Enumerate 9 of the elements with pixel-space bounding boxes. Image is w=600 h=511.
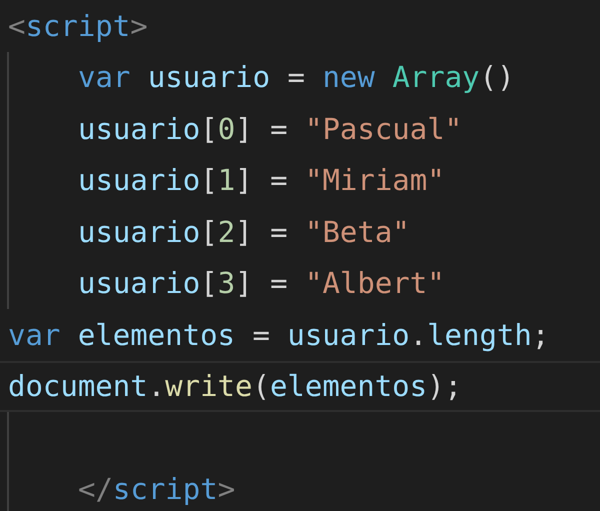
code-line: usuario[3] = "Albert" [78,266,445,300]
code-line: usuario[2] = "Beta" [78,214,410,249]
code-line: var usuario = new Array() [78,60,515,94]
code-line: <script> [8,8,148,43]
code-line: var elementos = usuario.length; [8,318,550,352]
code-line: document.write(elementos); [8,369,462,404]
code-line: usuario[1] = "Miriam" [78,163,445,198]
code-line: </script> [78,472,236,506]
code-line: usuario[0] = "Pascual" [78,112,462,146]
